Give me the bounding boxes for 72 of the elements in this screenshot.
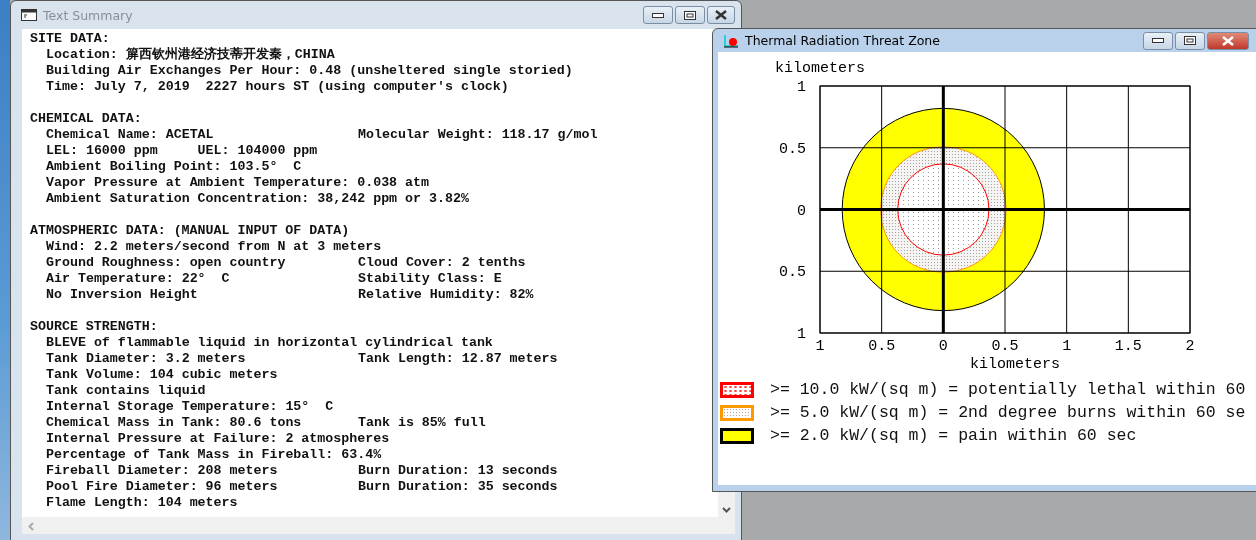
summary-line: Percentage of Tank Mass in Fireball: 63.4%	[46, 447, 382, 463]
section-heading: SITE DATA:	[30, 31, 110, 47]
window-title: Text Summary	[43, 7, 134, 23]
section-heading: ATMOSPHERIC DATA: (MANUAL INPUT OF DATA)	[30, 223, 350, 239]
axis-title: kilometers	[775, 60, 865, 77]
summary-line: Ambient Saturation Concentration: 38,242 ppm or 3.82%	[46, 191, 469, 207]
summary-line: Ground Roughness: open country	[46, 255, 286, 270]
summary-line: Building Air Exchanges Per Hour: 0.48 (unsheltered single storied)	[46, 63, 573, 79]
chevron-left-icon	[28, 522, 34, 531]
tick-label: 1.5	[1114, 338, 1142, 355]
horizontal-scrollbar[interactable]	[22, 517, 735, 534]
summary-line: Burn Duration: 13 seconds	[358, 463, 558, 479]
summary-line: Chemical Mass in Tank: 80.6 tons	[46, 415, 302, 430]
summary-line: Air Temperature: 22° C	[46, 271, 230, 286]
legend-label: >= 10.0 kW/(sq m) = potentially lethal within 60	[770, 381, 1246, 398]
summary-line: Flame Length: 104 meters	[46, 495, 238, 511]
summary-line: Internal Pressure at Failure: 2 atmospheres	[46, 431, 390, 447]
maximize-icon	[1184, 36, 1196, 45]
summary-line: Tank Diameter: 3.2 meters	[46, 351, 246, 366]
summary-line: Location: 箳西钦州港经济技蒂开发秦，CHINA	[46, 47, 335, 63]
tick-label: 0.5	[868, 338, 896, 355]
maximize-icon	[684, 10, 696, 20]
summary-line: Pool Fire Diameter: 96 meters	[46, 479, 278, 494]
tick-label: 0	[938, 338, 948, 355]
tick-label: 1	[815, 338, 825, 355]
close-icon	[715, 10, 727, 20]
summary-line: Relative Humidity: 82%	[358, 287, 534, 303]
summary-line: Wind: 2.2 meters/second from N at 3 meters	[46, 239, 382, 255]
minimize-button[interactable]	[1143, 31, 1173, 50]
summary-line: Burn Duration: 35 seconds	[358, 479, 558, 495]
summary-line: No Inversion Height	[46, 287, 198, 302]
summary-line: LEL: 16000 ppm UEL: 104000 ppm	[46, 143, 318, 159]
summary-line: Molecular Weight: 118.17 g/mol	[358, 127, 598, 143]
section-heading: CHEMICAL DATA:	[30, 111, 142, 127]
summary-line: Fireball Diameter: 208 meters	[46, 463, 278, 478]
summary-line: Tank is 85% full	[358, 415, 486, 431]
tick-label: 0.5	[779, 140, 806, 158]
summary-line: Time: July 7, 2019 2227 hours ST (using computer's clock)	[46, 79, 509, 95]
summary-line: Chemical Name: ACETAL	[46, 127, 214, 142]
vertical-scrollbar[interactable]	[718, 491, 735, 517]
axis-title: kilometers	[970, 356, 1060, 372]
chart-icon	[723, 33, 739, 48]
window-icon	[21, 9, 37, 21]
close-icon	[1222, 35, 1234, 46]
tick-label: 1	[1062, 338, 1072, 355]
summary-line: Ambient Boiling Point: 103.5° C	[46, 159, 302, 175]
close-button[interactable]	[1207, 31, 1249, 50]
tick-label: 1	[797, 326, 806, 343]
window-title: Thermal Radiation Threat Zone	[745, 33, 941, 48]
minimize-button[interactable]	[643, 6, 673, 24]
summary-line: Internal Storage Temperature: 15° C	[46, 399, 334, 415]
tick-label: 2	[1185, 338, 1195, 355]
summary-line: Vapor Pressure at Ambient Temperature: 0.038 atm	[46, 175, 429, 191]
summary-line: Tank Length: 12.87 meters	[358, 351, 558, 367]
minimize-icon	[652, 12, 664, 18]
tick-label: 0.5	[991, 338, 1019, 355]
legend-label: >= 2.0 kW/(sq m) = pain within 60 sec	[770, 427, 1137, 444]
tick-label: 0.5	[779, 264, 806, 282]
legend-label: >= 5.0 kW/(sq m) = 2nd degree burns within 60 se	[770, 404, 1246, 421]
summary-line: BLEVE of flammable liquid in horizontal cylindrical tank	[46, 335, 493, 351]
summary-line: Cloud Cover: 2 tenths	[358, 255, 526, 271]
maximize-button[interactable]	[1175, 31, 1205, 50]
summary-line: Stability Class: E	[358, 271, 502, 287]
tick-label: 1	[797, 79, 806, 96]
maximize-button[interactable]	[675, 6, 705, 24]
tick-label: 0	[797, 202, 806, 220]
chevron-down-icon	[722, 507, 731, 513]
summary-line: Tank contains liquid	[46, 383, 206, 399]
minimize-icon	[1152, 38, 1164, 43]
section-heading: SOURCE STRENGTH:	[30, 319, 158, 335]
close-button[interactable]	[707, 6, 735, 24]
summary-line: Tank Volume: 104 cubic meters	[46, 367, 278, 383]
